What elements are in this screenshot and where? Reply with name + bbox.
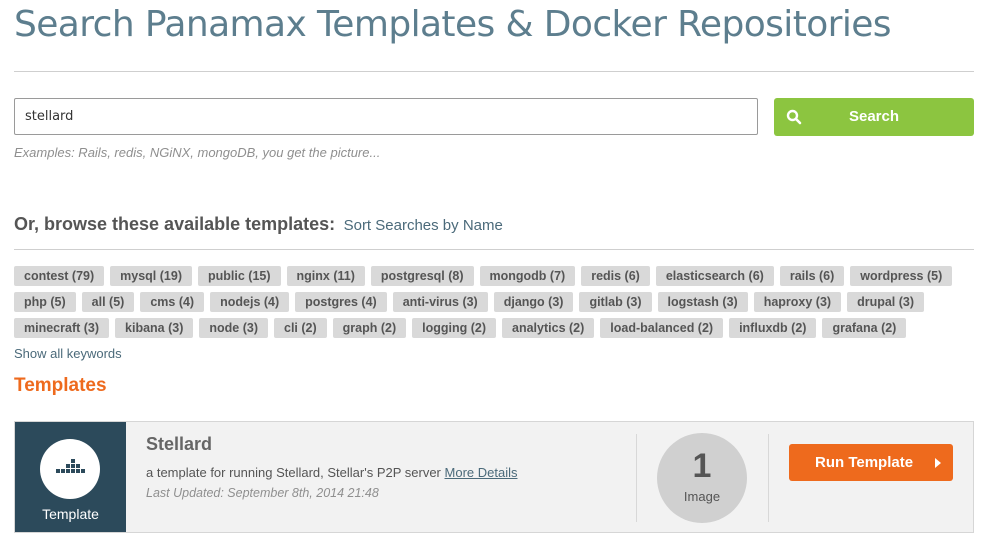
browse-header: Or, browse these available templates: So…	[14, 214, 503, 235]
tag-row: php (5) all (5) cms (4) nodejs (4) postg…	[14, 292, 974, 312]
keyword-tag[interactable]: all (5)	[81, 292, 135, 312]
image-count: 1	[692, 447, 712, 485]
keyword-tag[interactable]: drupal (3)	[847, 292, 925, 312]
keyword-tag[interactable]: load-balanced (2)	[600, 318, 724, 338]
keyword-tag[interactable]: contest (79)	[14, 266, 105, 286]
keyword-tag[interactable]: php (5)	[14, 292, 76, 312]
more-details-link[interactable]: More Details	[445, 465, 518, 480]
keyword-tag[interactable]: cli (2)	[274, 318, 327, 338]
image-count-badge: 1 Image	[657, 433, 747, 523]
keyword-tag[interactable]: logging (2)	[412, 318, 497, 338]
image-count-label: Image	[683, 489, 721, 504]
keyword-tag[interactable]: analytics (2)	[502, 318, 595, 338]
sort-by-name-link[interactable]: Sort Searches by Name	[344, 217, 503, 234]
keyword-tag[interactable]: redis (6)	[581, 266, 650, 286]
run-template-label: Run Template	[815, 454, 914, 471]
keyword-tags: contest (79) mysql (19) public (15) ngin…	[14, 266, 974, 344]
caret-right-icon	[935, 458, 941, 468]
show-all-keywords-link[interactable]: Show all keywords	[14, 346, 122, 361]
title-divider	[14, 71, 974, 72]
templates-section-title: Templates	[14, 375, 107, 396]
keyword-tag[interactable]: haproxy (3)	[753, 292, 842, 312]
keyword-tag[interactable]: nodejs (4)	[210, 292, 290, 312]
keyword-tag[interactable]: mysql (19)	[110, 266, 192, 286]
keyword-tag[interactable]: grafana (2)	[822, 318, 907, 338]
keyword-tag[interactable]: postgresql (8)	[370, 266, 474, 286]
template-badge-label: Template	[42, 506, 99, 522]
keyword-tag[interactable]: postgres (4)	[295, 292, 387, 312]
keyword-tag[interactable]: cms (4)	[140, 292, 205, 312]
keyword-tag[interactable]: rails (6)	[779, 266, 845, 286]
keyword-tag[interactable]: kibana (3)	[115, 318, 194, 338]
template-icon-circle	[40, 439, 100, 499]
tag-row: minecraft (3) kibana (3) node (3) cli (2…	[14, 318, 974, 338]
keyword-tag[interactable]: logstash (3)	[657, 292, 748, 312]
keyword-tag[interactable]: wordpress (5)	[850, 266, 953, 286]
browse-label: Or, browse these available templates:	[14, 214, 336, 234]
search-page: Search Panamax Templates & Docker Reposi…	[0, 0, 985, 543]
search-button-label: Search	[848, 108, 900, 125]
search-examples: Examples: Rails, redis, NGiNX, mongoDB, …	[14, 145, 381, 160]
keyword-tag[interactable]: graph (2)	[332, 318, 407, 338]
keyword-tag[interactable]: gitlab (3)	[579, 292, 652, 312]
search-input[interactable]	[14, 98, 758, 135]
browse-divider	[14, 249, 974, 250]
template-name: Stellard	[146, 434, 213, 454]
run-template-button[interactable]: Run Template	[789, 444, 953, 481]
card-divider	[768, 434, 769, 522]
tag-row: contest (79) mysql (19) public (15) ngin…	[14, 266, 974, 286]
template-last-updated: Last Updated: September 8th, 2014 21:48	[146, 486, 379, 500]
template-description: a template for running Stellard, Stellar…	[146, 465, 517, 480]
page-title: Search Panamax Templates & Docker Reposi…	[14, 4, 892, 45]
keyword-tag[interactable]: mongodb (7)	[479, 266, 576, 286]
keyword-tag[interactable]: nginx (11)	[286, 266, 365, 286]
template-badge: Template	[15, 422, 126, 532]
keyword-tag[interactable]: anti-virus (3)	[392, 292, 488, 312]
search-button[interactable]: Search	[774, 98, 974, 136]
template-card[interactable]: Template Stellard a template for running…	[14, 421, 974, 533]
keyword-tag[interactable]: elasticsearch (6)	[655, 266, 774, 286]
template-description-text: a template for running Stellard, Stellar…	[146, 465, 441, 480]
keyword-tag[interactable]: django (3)	[493, 292, 574, 312]
keyword-tag[interactable]: minecraft (3)	[14, 318, 110, 338]
keyword-tag[interactable]: public (15)	[198, 266, 281, 286]
keyword-tag[interactable]: influxdb (2)	[729, 318, 817, 338]
docker-containers-icon	[56, 459, 85, 473]
card-divider	[636, 434, 637, 522]
keyword-tag[interactable]: node (3)	[199, 318, 268, 338]
